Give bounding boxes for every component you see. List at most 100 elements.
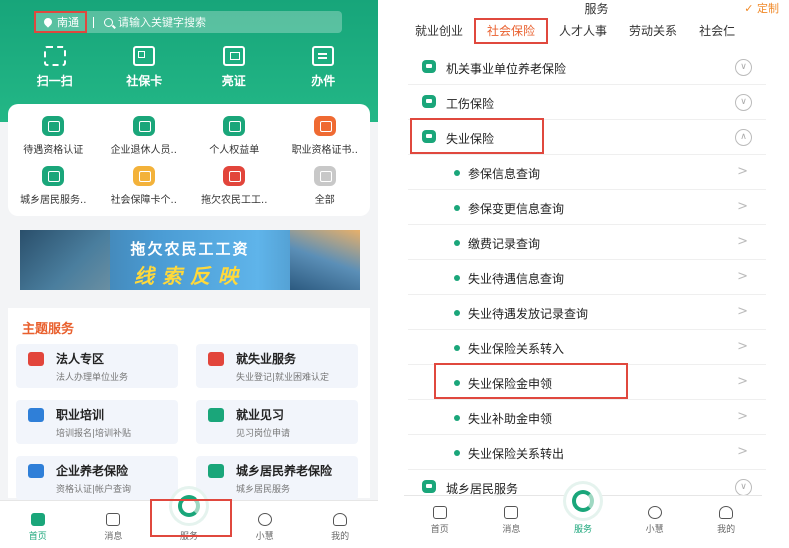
page-title: 服务 <box>584 2 609 16</box>
service-label: 社会保障卡个.. <box>110 195 177 206</box>
category-icon <box>422 60 436 73</box>
tab-home[interactable]: 首页 <box>0 501 76 548</box>
highlight-box <box>150 499 232 537</box>
service-label: 企业退休人员.. <box>110 145 177 156</box>
home-icon <box>30 513 45 526</box>
tab-more[interactable]: 社会仁 <box>688 18 746 44</box>
user-icon <box>333 513 348 526</box>
service-label: 个人权益单 <box>209 145 260 156</box>
list-item[interactable]: 缴费记录查询 > <box>408 225 766 260</box>
bullet-icon <box>454 345 460 351</box>
service-icon <box>313 116 336 136</box>
chevron-right-icon: > <box>737 374 748 389</box>
service-rights-statement[interactable]: 个人权益单 <box>189 116 279 156</box>
list-item[interactable]: 参保变更信息查询 > <box>408 190 766 225</box>
service-label: 待遇资格认证 <box>23 145 84 156</box>
chevron-right-icon: > <box>737 269 748 284</box>
service-qualification-auth[interactable]: 待遇资格认证 <box>8 116 98 156</box>
service-row: 待遇资格认证 企业退休人员.. 个人权益单 职业资格证书.. <box>8 116 370 156</box>
list-item[interactable]: 失业保险关系转入 > <box>408 330 766 365</box>
tab-assistant[interactable]: 小慧 <box>619 496 691 548</box>
topic-legal-entity[interactable]: 法人专区 法人办理单位业务 <box>16 344 178 388</box>
topic-internship[interactable]: 就业见习 见习岗位申请 <box>196 400 358 444</box>
topic-name: 职业培训 <box>56 408 105 422</box>
bottom-tabbar: 首页 消息 服务 小慧 我的 <box>404 484 762 548</box>
chevron-right-icon: > <box>737 304 748 319</box>
list-item[interactable]: 失业保险关系转出 > <box>408 435 766 470</box>
topic-enterprise-pension[interactable]: 企业养老保险 资格认证|帐户查询 <box>16 456 178 500</box>
service-label: 职业资格证书.. <box>291 145 358 156</box>
home-icon <box>432 506 447 519</box>
location-label: 南通 <box>57 16 79 29</box>
quick-action-label: 办件 <box>311 74 336 88</box>
service-icon <box>223 116 246 136</box>
tab-label: 首页 <box>28 532 47 542</box>
service-social-card[interactable]: 社会保障卡个.. <box>99 166 189 206</box>
category-row-work-injury[interactable]: 工伤保险 ∨ <box>408 85 766 120</box>
service-urban-rural[interactable]: 城乡居民服务.. <box>8 166 98 206</box>
service-all[interactable]: 全部 <box>280 166 370 206</box>
list-item[interactable]: 失业补助金申领 > <box>408 400 766 435</box>
quick-action-certificate[interactable]: 亮证 <box>194 46 274 89</box>
assistant-icon <box>647 506 662 519</box>
location-selector[interactable]: 南通 <box>34 11 87 33</box>
topic-desc: 见习岗位申请 <box>236 429 291 439</box>
tab-assistant[interactable]: 小慧 <box>227 501 303 548</box>
category-tabs: 就业创业 社会保险 人才人事 劳动关系 社会仁 <box>404 18 789 44</box>
separator <box>93 16 94 28</box>
quick-action-scan[interactable]: 扫一扫 <box>15 46 95 89</box>
tab-messages[interactable]: 消息 <box>76 501 152 548</box>
bullet-icon <box>454 310 460 316</box>
user-icon <box>719 506 734 519</box>
message-icon <box>504 506 519 519</box>
service-retiree[interactable]: 企业退休人员.. <box>99 116 189 156</box>
service-vocational-cert[interactable]: 职业资格证书.. <box>280 116 370 156</box>
tab-profile[interactable]: 我的 <box>302 501 378 548</box>
assistant-icon <box>257 513 272 526</box>
topic-desc: 失业登记|就业困难认定 <box>236 373 330 383</box>
list-item[interactable]: 参保信息查询 > <box>408 155 766 190</box>
list-item[interactable]: 失业待遇发放记录查询 > <box>408 295 766 330</box>
chevron-right-icon: > <box>737 339 748 354</box>
chevron-right-icon: > <box>737 199 748 214</box>
tab-employment[interactable]: 就业创业 <box>404 18 474 44</box>
category-row-institution-pension[interactable]: 机关事业单位养老保险 ∨ <box>408 50 766 85</box>
row-label: 失业保险关系转入 <box>468 342 565 356</box>
row-label: 失业待遇信息查询 <box>468 272 565 286</box>
quick-action-tasks[interactable]: 办件 <box>283 46 363 89</box>
quick-action-card[interactable]: 社保卡 <box>104 46 184 89</box>
quick-action-label: 社保卡 <box>126 74 163 88</box>
topic-training[interactable]: 职业培训 培训报名|培训补贴 <box>16 400 178 444</box>
tab-profile[interactable]: 我的 <box>690 496 762 548</box>
promo-banner[interactable]: 拖欠农民工工资 线索反映 <box>20 230 360 290</box>
bullet-icon <box>454 275 460 281</box>
customize-button[interactable]: ✓ 定制 <box>744 0 779 16</box>
training-icon <box>28 408 44 422</box>
topic-name: 城乡居民养老保险 <box>236 464 333 478</box>
tab-talent[interactable]: 人才人事 <box>548 18 618 44</box>
tab-home[interactable]: 首页 <box>404 496 476 548</box>
service-icon <box>132 166 155 186</box>
service-wage-arrears[interactable]: 拖欠农民工工.. <box>189 166 279 206</box>
search-input[interactable]: 请输入关键字搜索 <box>118 14 206 30</box>
chevron-right-icon: > <box>737 234 748 249</box>
chevron-up-icon[interactable]: ∧ <box>735 129 752 146</box>
quick-actions: 扫一扫 社保卡 亮证 办件 <box>0 46 378 89</box>
topic-resident-pension[interactable]: 城乡居民养老保险 城乡居民服务 <box>196 456 358 500</box>
topic-employment[interactable]: 就失业服务 失业登记|就业困难认定 <box>196 344 358 388</box>
pension-icon <box>28 464 44 478</box>
tab-services[interactable]: 服务 <box>547 484 619 548</box>
search-bar[interactable]: 南通 请输入关键字搜索 <box>34 11 342 33</box>
bullet-icon <box>454 240 460 246</box>
chevron-down-icon[interactable]: ∨ <box>735 59 752 76</box>
bullet-icon <box>454 415 460 421</box>
briefcase-icon <box>208 352 224 366</box>
tab-social-insurance[interactable]: 社会保险 <box>474 18 549 44</box>
chevron-down-icon[interactable]: ∨ <box>735 94 752 111</box>
list-item[interactable]: 失业待遇信息查询 > <box>408 260 766 295</box>
chevron-down-icon[interactable]: ∨ <box>735 479 752 496</box>
service-list: 机关事业单位养老保险 ∨ 工伤保险 ∨ 失业保险 ∧ 参保信息查询 > 参保变更… <box>408 50 766 496</box>
tab-messages[interactable]: 消息 <box>476 496 548 548</box>
tab-labor-relations[interactable]: 劳动关系 <box>618 18 688 44</box>
topic-name: 就失业服务 <box>236 352 297 366</box>
